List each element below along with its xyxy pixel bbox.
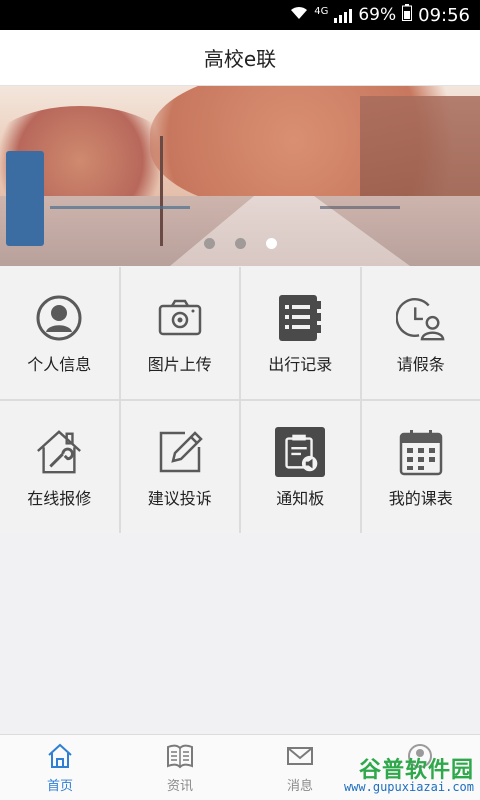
tab-label: 首页 — [46, 779, 73, 794]
person-icon — [34, 293, 84, 343]
grid-item-label: 请假条 — [396, 355, 445, 374]
calendar-icon — [396, 427, 446, 477]
battery-level: 69% — [358, 5, 397, 25]
watermark-url: www.gupuxiazai.com — [343, 780, 474, 794]
carousel-dot[interactable] — [234, 238, 246, 249]
grid-item-photo-upload[interactable]: 图片上传 — [120, 267, 239, 399]
app-header: 高校e联 — [0, 30, 480, 86]
clipboard-speaker-icon — [275, 427, 326, 477]
edit-icon — [155, 427, 205, 477]
grid-item-personal-info[interactable]: 个人信息 — [0, 267, 119, 399]
grid-item-label: 个人信息 — [27, 355, 92, 374]
carousel-dot[interactable] — [203, 238, 215, 249]
grid-item-suggestions[interactable]: 建议投诉 — [120, 401, 239, 533]
grid-item-leave-request[interactable]: 请假条 — [361, 267, 480, 399]
signal-icon — [334, 7, 353, 23]
grid-item-label: 在线报修 — [27, 489, 92, 508]
camera-icon — [155, 293, 205, 343]
carousel-dot-active[interactable] — [265, 238, 277, 249]
battery-icon — [402, 4, 413, 26]
tab-news[interactable]: 资讯 — [120, 735, 240, 800]
grid-item-label: 建议投诉 — [147, 489, 212, 508]
bike-kiosk — [6, 151, 44, 246]
home-icon — [46, 743, 74, 769]
tab-label: 资讯 — [166, 779, 193, 794]
mail-icon — [286, 743, 314, 769]
grid-item-label: 我的课表 — [388, 489, 453, 508]
grid-item-notice-board[interactable]: 通知板 — [241, 401, 360, 533]
function-grid: 个人信息 图片上传 出行记录 请假条 在线报修 建议投诉 通知板 我的课表 — [0, 267, 480, 533]
wifi-icon — [290, 5, 308, 25]
grid-item-online-repair[interactable]: 在线报修 — [0, 401, 119, 533]
grid-item-label: 通知板 — [276, 489, 325, 508]
house-wrench-icon — [34, 427, 84, 477]
page-title: 高校e联 — [203, 47, 277, 71]
grid-item-label: 图片上传 — [147, 355, 212, 374]
network-type: 4G — [314, 5, 329, 17]
grid-item-label: 出行记录 — [268, 355, 333, 374]
status-bar: 4G 69% 09:56 — [0, 0, 480, 30]
notebook-icon — [275, 293, 325, 343]
banner-carousel[interactable] — [0, 86, 480, 266]
clock-person-icon — [395, 293, 446, 343]
grid-item-my-schedule[interactable]: 我的课表 — [361, 401, 480, 533]
clock: 09:56 — [418, 4, 470, 26]
grid-item-travel-records[interactable]: 出行记录 — [241, 267, 360, 399]
carousel-indicators — [0, 238, 480, 249]
watermark: 谷普软件园 www.gupuxiazai.com — [330, 750, 480, 800]
book-icon — [166, 743, 194, 769]
tab-home[interactable]: 首页 — [0, 735, 120, 800]
